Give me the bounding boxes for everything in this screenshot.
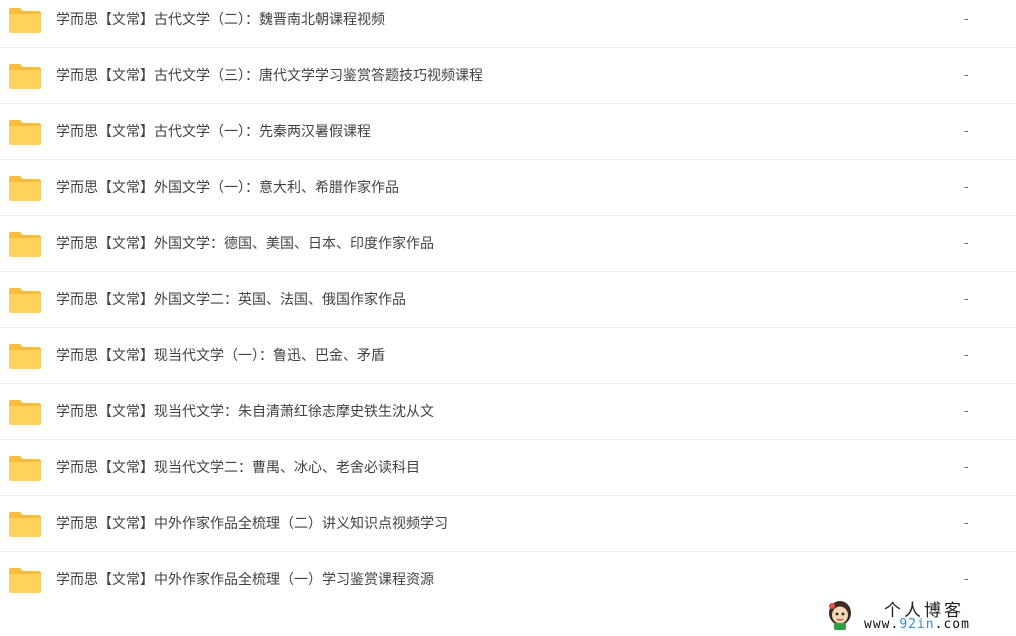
- watermark-url-accent: 92in: [899, 617, 935, 632]
- file-size: -: [964, 124, 969, 139]
- folder-icon: [8, 398, 42, 426]
- file-row[interactable]: 学而思【文常】古代文学（一）：先秦两汉暑假课程 -: [0, 104, 1016, 160]
- file-size: -: [964, 460, 969, 475]
- file-name[interactable]: 学而思【文常】古代文学（三）：唐代文学学习鉴赏答题技巧视频课程: [56, 48, 483, 104]
- folder-icon: [8, 566, 42, 594]
- file-size: -: [964, 180, 969, 195]
- folder-icon: [8, 230, 42, 258]
- file-size: -: [964, 516, 969, 531]
- file-row[interactable]: 学而思【文常】外国文学二：英国、法国、俄国作家作品 -: [0, 272, 1016, 328]
- file-size: -: [964, 292, 969, 307]
- file-size: -: [964, 12, 969, 27]
- file-name[interactable]: 学而思【文常】中外作家作品全梳理（二）讲义知识点视频学习: [56, 496, 448, 552]
- file-name[interactable]: 学而思【文常】现当代文学：朱自清萧红徐志摩史铁生沈从文: [56, 384, 434, 440]
- folder-icon: [8, 6, 42, 34]
- file-row[interactable]: 学而思【文常】现当代文学二：曹禺、冰心、老舍必读科目 -: [0, 440, 1016, 496]
- folder-icon: [8, 174, 42, 202]
- folder-icon: [8, 62, 42, 90]
- file-row[interactable]: 学而思【文常】现当代文学：朱自清萧红徐志摩史铁生沈从文 -: [0, 384, 1016, 440]
- file-row[interactable]: 学而思【文常】古代文学（二）：魏晋南北朝课程视频 -: [0, 0, 1016, 48]
- watermark-url-suffix: .com: [934, 617, 970, 632]
- file-name[interactable]: 学而思【文常】古代文学（一）：先秦两汉暑假课程: [56, 104, 371, 160]
- file-size: -: [964, 68, 969, 83]
- file-name[interactable]: 学而思【文常】中外作家作品全梳理（一）学习鉴赏课程资源: [56, 552, 434, 608]
- file-row[interactable]: 学而思【文常】外国文学（一）：意大利、希腊作家作品 -: [0, 160, 1016, 216]
- file-row[interactable]: 学而思【文常】古代文学（三）：唐代文学学习鉴赏答题技巧视频课程 -: [0, 48, 1016, 104]
- watermark-url-prefix: www.: [864, 617, 900, 632]
- folder-icon: [8, 286, 42, 314]
- file-row[interactable]: 学而思【文常】现当代文学（一）：鲁迅、巴金、矛盾 -: [0, 328, 1016, 384]
- file-row[interactable]: 学而思【文常】中外作家作品全梳理（二）讲义知识点视频学习 -: [0, 496, 1016, 552]
- file-row[interactable]: 学而思【文常】外国文学：德国、美国、日本、印度作家作品 -: [0, 216, 1016, 272]
- folder-icon: [8, 342, 42, 370]
- file-name[interactable]: 学而思【文常】外国文学（一）：意大利、希腊作家作品: [56, 160, 399, 216]
- file-name[interactable]: 学而思【文常】外国文学：德国、美国、日本、印度作家作品: [56, 216, 434, 272]
- file-list: 学而思【文常】古代文学（二）：魏晋南北朝课程视频 - 学而思【文常】古代文学（三…: [0, 0, 1016, 608]
- watermark-url: www.92in.com: [864, 617, 970, 632]
- file-name[interactable]: 学而思【文常】现当代文学（一）：鲁迅、巴金、矛盾: [56, 328, 385, 384]
- folder-icon: [8, 510, 42, 538]
- folder-icon: [8, 118, 42, 146]
- file-size: -: [964, 236, 969, 251]
- file-name[interactable]: 学而思【文常】外国文学二：英国、法国、俄国作家作品: [56, 272, 406, 328]
- file-size: -: [964, 404, 969, 419]
- file-name[interactable]: 学而思【文常】古代文学（二）：魏晋南北朝课程视频: [56, 0, 385, 48]
- folder-icon: [8, 454, 42, 482]
- file-name[interactable]: 学而思【文常】现当代文学二：曹禺、冰心、老舍必读科目: [56, 440, 420, 496]
- blog-watermark: 个人博客 www.92in.com: [826, 596, 1016, 636]
- mascot-avatar-icon: [829, 601, 851, 630]
- file-size: -: [964, 348, 969, 363]
